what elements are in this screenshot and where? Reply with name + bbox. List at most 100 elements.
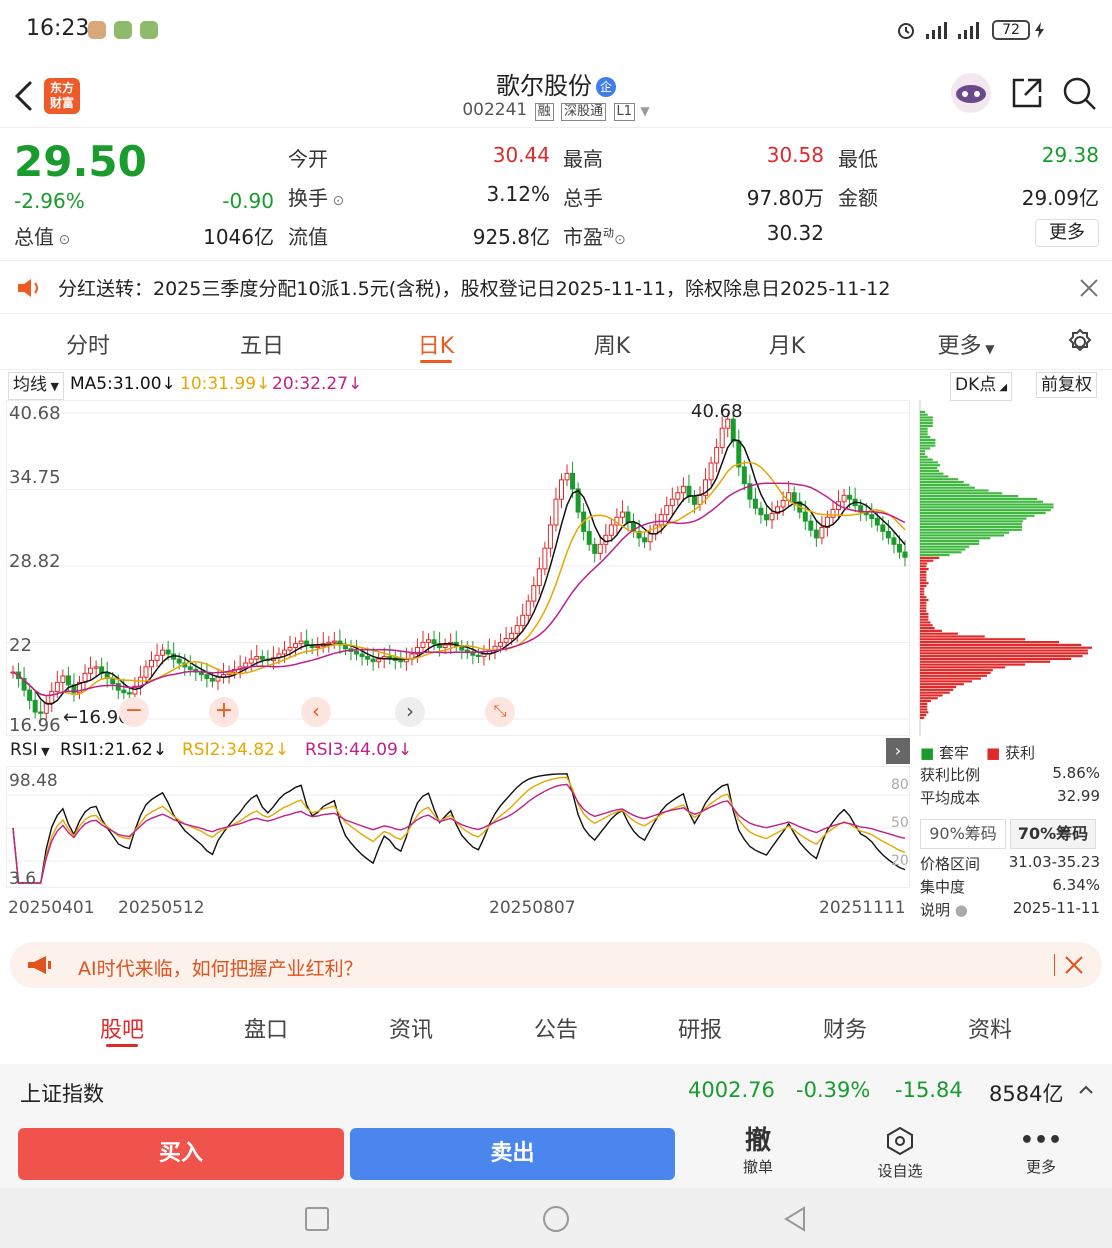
close-icon[interactable] bbox=[1064, 955, 1084, 975]
chip-bar bbox=[920, 660, 1051, 663]
tab-daily-k[interactable]: 日K bbox=[376, 328, 496, 360]
chip-bar bbox=[920, 503, 1054, 506]
rsi3-value: RSI3:44.09↓ bbox=[305, 740, 413, 760]
tag-level: L1 bbox=[613, 103, 636, 121]
active-tab-indicator bbox=[420, 360, 452, 363]
chip-bar bbox=[920, 539, 980, 543]
chevron-up-icon[interactable] bbox=[1078, 1084, 1094, 1096]
chip-90-button[interactable]: 90%筹码 bbox=[920, 819, 1006, 849]
tab-profile[interactable]: 资料 bbox=[940, 1012, 1040, 1044]
search-icon[interactable] bbox=[1062, 76, 1098, 112]
index-ticker[interactable]: 上证指数 4002.76 -0.39% -15.84 8584亿 bbox=[0, 1064, 1112, 1118]
tab-intraday[interactable]: 分时 bbox=[28, 328, 148, 360]
add-watchlist-button[interactable]: 设自选 bbox=[855, 1126, 945, 1181]
concentration-label: 集中度 bbox=[920, 878, 966, 896]
rsi-chart[interactable]: 98.48 3.6 80 50 20 bbox=[6, 766, 911, 889]
sell-button[interactable]: 卖出 bbox=[350, 1128, 675, 1180]
candle-body bbox=[342, 644, 348, 650]
scroll-left-button[interactable]: ‹ bbox=[301, 697, 331, 727]
candle-body bbox=[293, 643, 299, 649]
quote-more-button[interactable]: 更多 bbox=[1035, 219, 1099, 247]
tab-news[interactable]: 资讯 bbox=[361, 1012, 461, 1044]
signal-icon bbox=[926, 22, 947, 39]
chip-bar bbox=[920, 669, 993, 672]
period-tabs: 分时 五日 日K 周K 月K 更多 ▼ bbox=[0, 314, 1112, 370]
kline-svg bbox=[7, 410, 911, 723]
chip-bar bbox=[920, 497, 1038, 501]
candle-body bbox=[176, 658, 182, 664]
candle-body bbox=[215, 676, 221, 682]
chip-bar bbox=[920, 450, 926, 453]
robot-avatar-icon[interactable] bbox=[950, 72, 992, 114]
home-icon[interactable] bbox=[542, 1205, 570, 1233]
x-tick-label: 20250807 bbox=[489, 898, 576, 918]
tab-five-day[interactable]: 五日 bbox=[202, 328, 322, 360]
candle-body bbox=[570, 472, 576, 490]
dk-point-button[interactable]: DK点 ◢ bbox=[950, 372, 1013, 401]
zoom-out-button[interactable]: − bbox=[119, 697, 149, 727]
signal-icon bbox=[958, 22, 979, 39]
price-range-label: 价格区间 bbox=[920, 855, 981, 873]
tab-announcements[interactable]: 公告 bbox=[506, 1012, 606, 1044]
kline-chart[interactable]: 40.68 34.75 28.82 22 16.96 40.68 ←16.96 … bbox=[6, 400, 911, 736]
zoom-in-button[interactable]: + bbox=[209, 697, 239, 727]
current-price: 29.50 bbox=[14, 137, 147, 186]
candle-body bbox=[354, 650, 360, 655]
turnover-label[interactable]: 换手 ⊙ bbox=[288, 182, 344, 211]
chip-bar bbox=[920, 573, 927, 576]
candle-body bbox=[708, 462, 714, 481]
gear-icon[interactable] bbox=[1066, 328, 1094, 356]
tab-weekly-k[interactable]: 周K bbox=[552, 328, 672, 360]
candle-body bbox=[287, 647, 293, 651]
scroll-right-button[interactable]: › bbox=[395, 697, 425, 727]
recent-apps-icon[interactable] bbox=[304, 1206, 330, 1232]
total-value-label[interactable]: 总值 ⊙ bbox=[14, 221, 70, 250]
rsi1-value: RSI1:21.62↓ bbox=[60, 740, 168, 760]
total-value: 1046亿 bbox=[203, 225, 274, 249]
tab-orderbook[interactable]: 盘口 bbox=[216, 1012, 316, 1044]
candle-body bbox=[365, 656, 371, 660]
pe-label[interactable]: 市盈动⊙ bbox=[563, 221, 626, 250]
chip-bar bbox=[920, 565, 927, 568]
ai-banner[interactable]: AI时代来临，如何把握产业红利？ bbox=[10, 942, 1102, 988]
cancel-order-button[interactable]: 撤 撤单 bbox=[713, 1126, 803, 1177]
indicator-selector[interactable]: 均线 ▼ bbox=[8, 372, 64, 400]
chip-70-button[interactable]: 70%筹码 bbox=[1010, 819, 1096, 849]
chip-bar bbox=[920, 486, 975, 489]
candle-body bbox=[791, 492, 797, 503]
candle-body bbox=[625, 511, 631, 523]
open-value: 30.44 bbox=[492, 143, 550, 167]
chip-bar bbox=[920, 652, 1089, 655]
tab-monthly-k[interactable]: 月K bbox=[727, 328, 847, 360]
chip-bar bbox=[920, 475, 949, 478]
y-tick-label: 22 bbox=[9, 635, 32, 656]
close-icon[interactable] bbox=[1078, 277, 1100, 299]
fullscreen-button[interactable]: ⤡ bbox=[485, 697, 515, 727]
chip-bar bbox=[920, 587, 925, 590]
tab-research[interactable]: 研报 bbox=[650, 1012, 750, 1044]
more-actions-button[interactable]: ••• 更多 bbox=[996, 1126, 1086, 1177]
note-label[interactable]: 说明 ● bbox=[920, 899, 968, 920]
tab-forum[interactable]: 股吧 bbox=[72, 1012, 172, 1044]
stock-code-row[interactable]: 002241 融 深股通 L1 ▼ bbox=[0, 100, 1112, 121]
share-icon[interactable] bbox=[1010, 76, 1044, 110]
dividend-notice[interactable]: 分红送转：2025三季度分配10派1.5元(含税)，股权登记日2025-11-1… bbox=[0, 260, 1112, 314]
expand-panel-button[interactable]: › bbox=[886, 738, 910, 764]
tab-more[interactable]: 更多 ▼ bbox=[906, 328, 1026, 360]
y-tick-label: 28.82 bbox=[9, 551, 61, 572]
chip-bar bbox=[920, 419, 933, 422]
index-change: -15.84 bbox=[895, 1078, 963, 1102]
chip-bar bbox=[920, 436, 931, 439]
back-nav-icon[interactable] bbox=[782, 1205, 808, 1233]
tab-finance[interactable]: 财务 bbox=[795, 1012, 895, 1044]
chip-bar bbox=[920, 716, 925, 719]
adjust-button[interactable]: 前复权 bbox=[1036, 372, 1097, 398]
profit-ratio-value: 5.86% bbox=[1052, 764, 1100, 782]
buy-button[interactable]: 买入 bbox=[18, 1128, 344, 1180]
rsi-selector[interactable]: RSI ▼ bbox=[10, 740, 50, 760]
chip-bar bbox=[920, 570, 927, 574]
chip-bar bbox=[920, 478, 959, 481]
chip-bar bbox=[920, 590, 925, 593]
chip-bar bbox=[920, 708, 928, 711]
y-tick-label: 34.75 bbox=[9, 467, 61, 488]
